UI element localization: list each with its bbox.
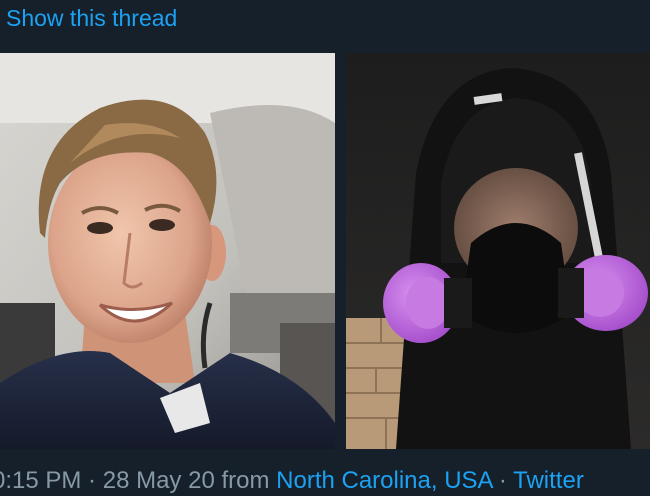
media-photo-left[interactable] — [0, 53, 335, 449]
tweet-date[interactable]: 28 May 20 — [103, 467, 215, 494]
photo-left-illustration — [0, 53, 335, 449]
meta-separator: · — [81, 467, 103, 494]
show-this-thread-link[interactable]: Show this thread — [6, 4, 177, 32]
media-photo-right[interactable] — [346, 53, 650, 449]
tweet-source-link[interactable]: Twitter — [513, 467, 584, 494]
tweet-media-grid — [0, 53, 650, 449]
tweet-meta: 0:15 PM · 28 May 20 from North Carolina,… — [0, 466, 584, 496]
tweet-location-link[interactable]: North Carolina, USA — [276, 467, 492, 494]
media-divider — [335, 53, 346, 449]
from-label: from — [214, 467, 277, 494]
photo-right-illustration — [346, 53, 650, 449]
tweet-time[interactable]: 0:15 PM — [0, 467, 81, 494]
meta-separator: · — [492, 467, 514, 494]
